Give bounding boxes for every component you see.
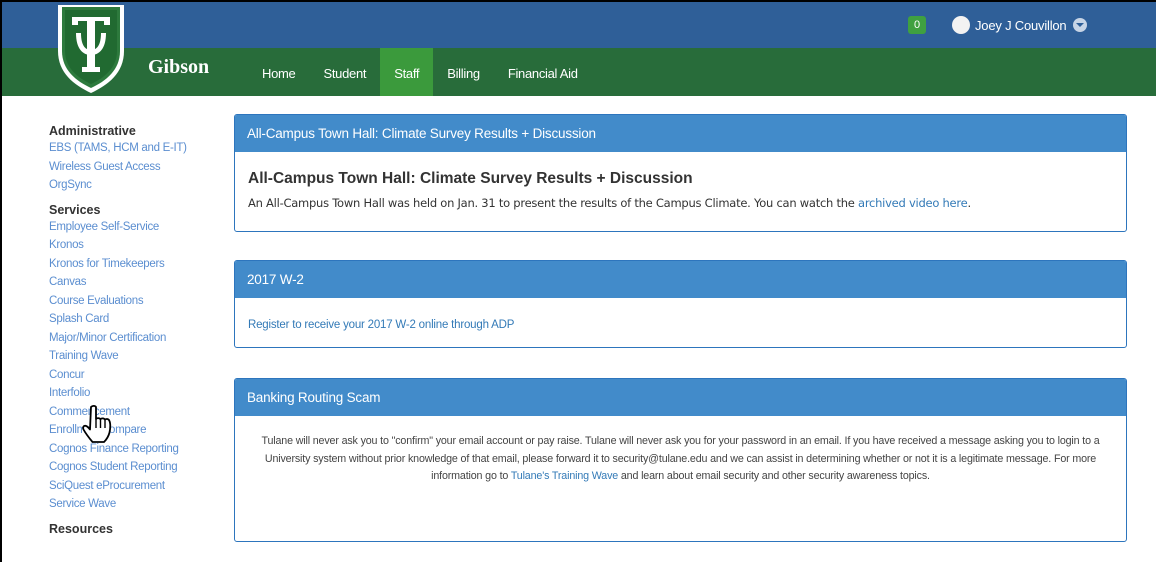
page-frame: 0 Joey J Couvillon Gibson Home Student S… xyxy=(0,0,1156,562)
sidebar-link-wireless-guest[interactable]: Wireless Guest Access xyxy=(49,158,229,177)
notification-badge[interactable]: 0 xyxy=(908,16,926,34)
sidebar-link-splash-card[interactable]: Splash Card xyxy=(49,310,229,329)
sidebar-link-interfolio[interactable]: Interfolio xyxy=(49,384,229,403)
nav-student[interactable]: Student xyxy=(309,48,380,96)
hand-pointer-icon xyxy=(82,404,112,443)
sidebar-heading-resources: Resources xyxy=(49,521,113,536)
w2-register-link[interactable]: Register to receive your 2017 W-2 online… xyxy=(248,317,1113,333)
sidebar-link-major-minor[interactable]: Major/Minor Certification xyxy=(49,329,229,348)
panel-header: 2017 W-2 xyxy=(235,261,1126,298)
chevron-down-icon[interactable] xyxy=(1073,18,1088,32)
townhall-panel: All-Campus Town Hall: Climate Survey Res… xyxy=(234,114,1127,232)
top-bar: 0 Joey J Couvillon xyxy=(2,2,1156,48)
sidebar-link-training-wave[interactable]: Training Wave xyxy=(49,347,229,366)
sidebar-link-service-wave[interactable]: Service Wave xyxy=(49,495,229,514)
tulane-shield-logo[interactable] xyxy=(56,5,126,93)
main-nav: Gibson Home Student Staff Billing Financ… xyxy=(2,48,1156,96)
sidebar: Administrative EBS (TAMS, HCM and E-IT) … xyxy=(49,123,229,537)
nav-financial-aid[interactable]: Financial Aid xyxy=(494,48,592,96)
panel-title: All-Campus Town Hall: Climate Survey Res… xyxy=(248,170,693,187)
sidebar-heading-services: Services xyxy=(49,202,101,217)
user-menu[interactable]: Joey J Couvillon xyxy=(952,14,1088,36)
sidebar-link-cognos-finance[interactable]: Cognos Finance Reporting xyxy=(49,440,229,459)
user-name: Joey J Couvillon xyxy=(975,17,1067,33)
sidebar-link-commencement[interactable]: Commencement xyxy=(49,403,229,422)
training-wave-link[interactable]: Tulane's Training Wave xyxy=(511,470,618,482)
panel-text: Tulane will never ask you to "confirm" y… xyxy=(261,435,1100,482)
nav-staff[interactable]: Staff xyxy=(380,48,434,96)
sidebar-link-sciquest[interactable]: SciQuest eProcurement xyxy=(49,477,229,496)
archived-video-link[interactable]: archived video here xyxy=(858,196,968,210)
brand-title[interactable]: Gibson xyxy=(148,56,209,79)
sidebar-link-employee-self-service[interactable]: Employee Self-Service xyxy=(49,218,229,237)
sidebar-link-orgsync[interactable]: OrgSync xyxy=(49,176,229,195)
panel-text: An All-Campus Town Hall was held on Jan.… xyxy=(248,196,971,210)
panel-header: All-Campus Town Hall: Climate Survey Res… xyxy=(235,115,1126,152)
avatar xyxy=(952,16,970,34)
sidebar-link-concur[interactable]: Concur xyxy=(49,366,229,385)
w2-panel: 2017 W-2 Register to receive your 2017 W… xyxy=(234,260,1127,348)
sidebar-link-course-evaluations[interactable]: Course Evaluations xyxy=(49,292,229,311)
sidebar-link-kronos[interactable]: Kronos xyxy=(49,236,229,255)
nav-items: Home Student Staff Billing Financial Aid xyxy=(248,48,592,96)
panel-header: Banking Routing Scam xyxy=(235,379,1126,416)
sidebar-link-canvas[interactable]: Canvas xyxy=(49,273,229,292)
sidebar-link-ebs[interactable]: EBS (TAMS, HCM and E-IT) xyxy=(49,139,229,158)
scam-panel: Banking Routing Scam Tulane will never a… xyxy=(234,378,1127,542)
sidebar-link-kronos-timekeepers[interactable]: Kronos for Timekeepers xyxy=(49,255,229,274)
sidebar-link-cognos-student[interactable]: Cognos Student Reporting xyxy=(49,458,229,477)
nav-home[interactable]: Home xyxy=(248,48,309,96)
nav-billing[interactable]: Billing xyxy=(433,48,494,96)
sidebar-heading-administrative: Administrative xyxy=(49,124,136,138)
sidebar-link-enrollment-compare[interactable]: EnrollmentCompare xyxy=(49,421,229,440)
